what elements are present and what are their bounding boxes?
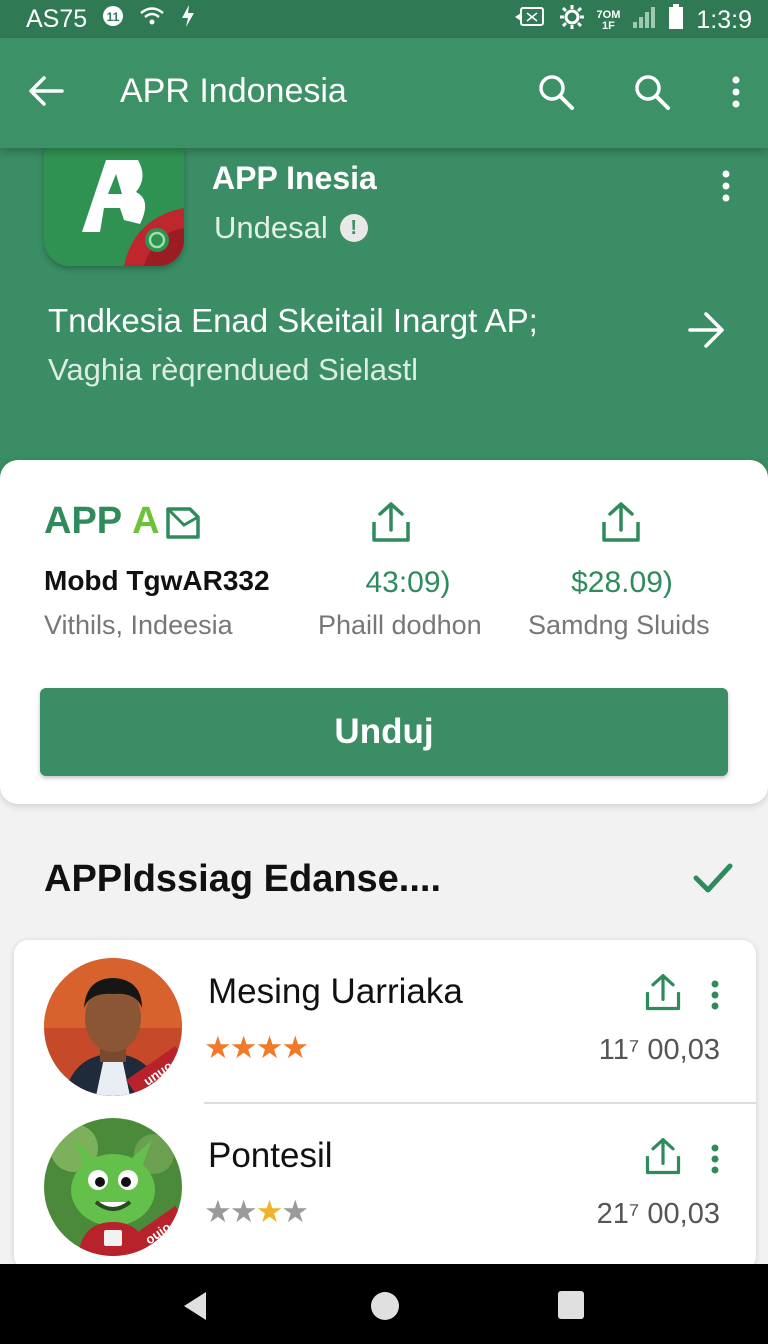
status-bar: AS75 11 7OM 1F 1:3:9 — [0, 0, 768, 38]
app-icon — [44, 128, 184, 266]
item-more-icon[interactable] — [708, 980, 722, 1015]
flash-icon — [179, 4, 197, 35]
top-app-bar: APR Indonesia — [0, 38, 768, 148]
rating-star: ★★ — [204, 1194, 258, 1229]
brand-letter: A — [132, 500, 160, 542]
stat-value-price: $28.09) — [571, 566, 673, 599]
back-arrow-icon[interactable] — [26, 71, 66, 116]
checkmark-icon[interactable] — [692, 862, 734, 901]
share-icon-price[interactable] — [598, 500, 644, 551]
nav-home-icon[interactable] — [369, 1290, 401, 1327]
network-type-top: 7OM — [596, 8, 621, 21]
list-item-meta: 11⁷ 00,03 — [598, 1034, 720, 1066]
signal-icon — [632, 5, 656, 36]
stat-value-download: 43:09) — [365, 566, 451, 599]
search-icon-secondary[interactable] — [630, 68, 674, 116]
list-item-meta: 21⁷ 00,03 — [596, 1198, 720, 1230]
share-icon[interactable] — [642, 1136, 684, 1183]
info-icon[interactable]: ! — [339, 214, 368, 242]
list-item-title: Mesing Uarriaka — [208, 972, 463, 1011]
share-icon[interactable] — [642, 972, 684, 1019]
list-item[interactable]: ouio Pontesil ★★★★ 21⁷ 00,03 — [14, 1104, 756, 1266]
app-subtitle: Vaghia rèqrendued Sielastl — [48, 352, 418, 387]
network-type-bottom: 1F — [602, 19, 615, 32]
battery-icon — [668, 4, 684, 37]
app-info-card: APP A Mobd TgwAR332 Vithils, Indeesia 43… — [0, 460, 768, 804]
stat-title: Mobd TgwAR332 — [44, 565, 270, 596]
app-tagline: Tndkesia Enad Skeitail Inargt AP; — [48, 302, 538, 339]
section-title: APPldssiag Edanse.... — [44, 858, 442, 900]
overflow-menu-icon[interactable] — [714, 68, 758, 116]
brand-logo: APP A — [44, 500, 202, 543]
arrow-right-icon[interactable] — [686, 308, 728, 357]
rating-stars-filled: ★★★★ — [204, 1030, 309, 1065]
nav-recents-icon[interactable] — [557, 1290, 585, 1325]
rating-stars: ★★★★ — [204, 1030, 309, 1066]
share-icon[interactable] — [368, 500, 414, 551]
rating-stars: ★★★★ — [204, 1194, 309, 1230]
brand-mail-icon — [165, 506, 200, 539]
developer-name: Undesal — [214, 210, 328, 245]
stat-location: Vithils, Indeesia — [44, 610, 233, 640]
rating-star: ★ — [281, 1194, 309, 1229]
svg-text:11: 11 — [107, 10, 120, 24]
search-icon[interactable] — [534, 68, 578, 116]
stat-label-download: Phaill dodhon — [318, 610, 482, 640]
app-name: APP Inesia — [212, 160, 377, 196]
rating-star: ★ — [255, 1194, 284, 1229]
install-button[interactable]: Unduj — [40, 688, 728, 776]
notification-icon: 11 — [101, 4, 125, 35]
page-title: APR Indonesia — [120, 72, 347, 110]
settings-icon — [559, 4, 585, 37]
cast-icon — [513, 5, 547, 36]
list-item-title: Pontesil — [208, 1136, 333, 1175]
item-more-icon[interactable] — [708, 1144, 722, 1179]
avatar: unuo — [44, 958, 182, 1096]
stat-label-price: Samdng Sluids — [528, 610, 710, 640]
carrier-label: AS75 — [26, 5, 88, 33]
avatar: ouio — [44, 1118, 182, 1256]
app-more-menu-icon[interactable] — [716, 168, 736, 213]
network-indicator: 7OM 1F — [596, 8, 621, 32]
system-nav-bar — [0, 1264, 768, 1344]
brand-text: APP — [44, 500, 123, 542]
wifi-icon — [139, 5, 165, 34]
clock: 1:3:9 — [696, 6, 752, 34]
list-item[interactable]: unuo Mesing Uarriaka ★★★★ 11⁷ 00,03 — [14, 940, 756, 1104]
app-list: unuo Mesing Uarriaka ★★★★ 11⁷ 00,03 ouio… — [14, 940, 756, 1270]
nav-back-icon[interactable] — [180, 1290, 210, 1327]
app-developer[interactable]: Undesal ! — [214, 210, 368, 246]
